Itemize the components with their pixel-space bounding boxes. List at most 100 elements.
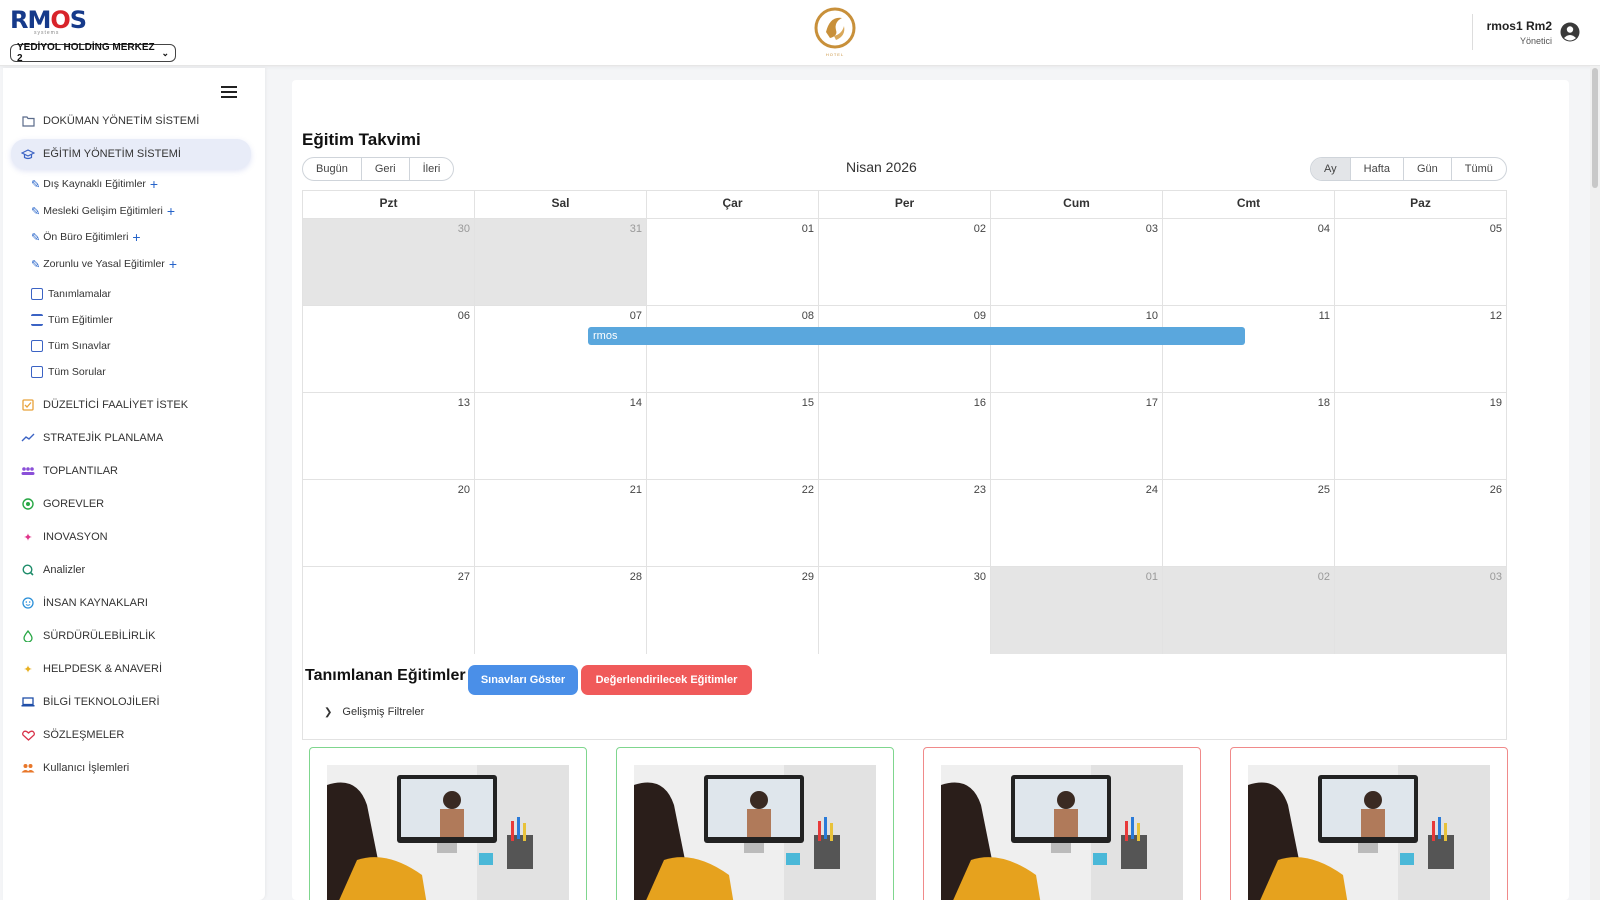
view-day-button[interactable]: Gün	[1404, 158, 1452, 180]
pencil-icon: ✎	[31, 258, 41, 271]
calendar-day[interactable]: 03	[1335, 567, 1506, 654]
calendar-week: 30 31 01 02 03 04 05	[303, 219, 1506, 306]
day-number: 02	[973, 223, 986, 235]
sidebar-item-label: İNSAN KAYNAKLARI	[43, 597, 148, 609]
sidebar-item-user-operations[interactable]: Kullanıcı İşlemleri	[11, 756, 129, 780]
day-number: 20	[457, 484, 470, 496]
sidebar-item-document-management[interactable]: DOKÜMAN YÖNETİM SİSTEMİ	[11, 109, 199, 133]
calendar-day[interactable]: 16	[819, 393, 991, 479]
add-icon[interactable]: +	[167, 204, 175, 218]
add-icon[interactable]: +	[132, 230, 140, 244]
sidebar-item-education-management[interactable]: EĞİTİM YÖNETİM SİSTEMİ	[11, 139, 251, 169]
company-select-value: YEDİYOL HOLDİNG MERKEZ 2	[17, 42, 155, 64]
sidebar-item-human-resources[interactable]: İNSAN KAYNAKLARI	[11, 591, 148, 615]
sidebar-item-meetings[interactable]: TOPLANTILAR	[11, 459, 118, 483]
sidebar-sub-all-questions[interactable]: Tüm Sorular	[31, 363, 106, 381]
user-menu[interactable]: rmos1 Rm2 Yönetici	[1472, 14, 1600, 50]
add-icon[interactable]: +	[150, 177, 158, 191]
calendar-day[interactable]: 26	[1335, 480, 1506, 566]
weekday-label: Sal	[475, 191, 647, 218]
next-button[interactable]: İleri	[410, 158, 454, 180]
scrollbar-thumb[interactable]	[1592, 68, 1598, 188]
sidebar-sub-professional-development[interactable]: ✎ Mesleki Gelişim Eğitimleri +	[31, 202, 175, 220]
calendar-day[interactable]: 05	[1335, 219, 1506, 305]
calendar-day[interactable]: 18	[1163, 393, 1335, 479]
calendar-day[interactable]: 08	[647, 306, 819, 392]
sidebar-sub-front-office[interactable]: ✎ Ön Büro Eğitimleri +	[31, 228, 141, 246]
training-card[interactable]	[923, 747, 1201, 900]
sidebar-item-innovation[interactable]: ✦ INOVASYON	[11, 525, 107, 549]
sidebar-item-label: TOPLANTILAR	[43, 465, 118, 477]
sidebar-item-corrective-action[interactable]: DÜZELTİCİ FAALİYET İSTEK	[11, 393, 188, 417]
calendar-day[interactable]: 17	[991, 393, 1163, 479]
calendar-day[interactable]: 19	[1335, 393, 1506, 479]
calendar-day[interactable]: 13	[303, 393, 475, 479]
calendar-day[interactable]: 22	[647, 480, 819, 566]
calendar-day[interactable]: 04	[1163, 219, 1335, 305]
company-select[interactable]: YEDİYOL HOLDİNG MERKEZ 2 ⌄	[10, 42, 176, 64]
training-card[interactable]	[309, 747, 587, 900]
show-exams-button[interactable]: Sınavları Göster	[468, 665, 578, 695]
sidebar-item-tasks[interactable]: GOREVLER	[11, 492, 104, 516]
people-icon	[21, 464, 35, 478]
sidebar-sub-label: Ön Büro Eğitimleri	[43, 231, 129, 243]
day-number: 14	[629, 397, 642, 409]
calendar-day[interactable]: 20	[303, 480, 475, 566]
day-number: 08	[801, 310, 814, 322]
user-avatar-icon[interactable]	[1560, 22, 1580, 42]
calendar-day[interactable]: 31	[475, 219, 647, 305]
sidebar-item-helpdesk[interactable]: ✦ HELPDESK & ANAVERİ	[11, 657, 162, 681]
today-button[interactable]: Bugün	[303, 158, 362, 180]
view-month-button[interactable]: Ay	[1311, 158, 1351, 180]
calendar-day[interactable]: 02	[1163, 567, 1335, 654]
calendar-day[interactable]: 01	[991, 567, 1163, 654]
pencil-icon: ✎	[31, 205, 41, 218]
calendar-day[interactable]: 12	[1335, 306, 1506, 392]
view-all-button[interactable]: Tümü	[1452, 158, 1506, 180]
calendar-day[interactable]: 30	[303, 219, 475, 305]
calendar-day[interactable]: 11	[1163, 306, 1335, 392]
calendar-day[interactable]: 06	[303, 306, 475, 392]
calendar-day[interactable]: 14	[475, 393, 647, 479]
calendar-day[interactable]: 07	[475, 306, 647, 392]
training-card[interactable]	[616, 747, 894, 900]
sidebar-item-information-technology[interactable]: BİLGİ TEKNOLOJİLERİ	[11, 690, 160, 714]
calendar-day[interactable]: 03	[991, 219, 1163, 305]
sidebar-sub-all-trainings[interactable]: Tüm Eğitimler	[31, 311, 113, 329]
calendar-day[interactable]: 10	[991, 306, 1163, 392]
calendar-day[interactable]: 27	[303, 567, 475, 654]
calendar-event[interactable]: rmos	[588, 327, 1245, 345]
sidebar-item-label: SÖZLEŞMELER	[43, 729, 125, 741]
training-card[interactable]	[1230, 747, 1508, 900]
view-week-button[interactable]: Hafta	[1351, 158, 1404, 180]
advanced-filters-toggle[interactable]: ❯ Gelişmiş Filtreler	[324, 706, 424, 718]
sidebar-item-label: DÜZELTİCİ FAALİYET İSTEK	[43, 399, 189, 411]
analytics-icon	[21, 563, 35, 577]
calendar-day[interactable]: 25	[1163, 480, 1335, 566]
calendar-day[interactable]: 23	[819, 480, 991, 566]
sidebar-item-contracts[interactable]: SÖZLEŞMELER	[11, 723, 124, 747]
calendar-day[interactable]: 01	[647, 219, 819, 305]
trainings-to-evaluate-button[interactable]: Değerlendirilecek Eğitimler	[581, 665, 752, 695]
calendar-week: 20 21 22 23 24 25 26	[303, 480, 1506, 567]
sidebar-sub-definitions[interactable]: Tanımlamalar	[31, 285, 111, 303]
sidebar-sub-all-exams[interactable]: Tüm Sınavlar	[31, 337, 110, 355]
sidebar-item-analytics[interactable]: Analizler	[11, 558, 85, 582]
page-scrollbar[interactable]	[1590, 66, 1600, 900]
sidebar-sub-mandatory-legal[interactable]: ✎ Zorunlu ve Yasal Eğitimler +	[31, 255, 177, 273]
sidebar-item-strategic-planning[interactable]: STRATEJİK PLANLAMA	[11, 426, 163, 450]
calendar-day[interactable]: 09	[819, 306, 991, 392]
add-icon[interactable]: +	[169, 257, 177, 271]
calendar-day[interactable]: 28	[475, 567, 647, 654]
weekday-label: Paz	[1410, 196, 1431, 210]
calendar-day[interactable]: 21	[475, 480, 647, 566]
back-button[interactable]: Geri	[362, 158, 410, 180]
sidebar-item-sustainability[interactable]: SÜRDÜRÜLEBİLİRLİK	[11, 624, 155, 648]
calendar-day[interactable]: 24	[991, 480, 1163, 566]
menu-toggle-icon[interactable]	[221, 86, 237, 98]
calendar-day[interactable]: 02	[819, 219, 991, 305]
calendar-day[interactable]: 29	[647, 567, 819, 654]
calendar-day[interactable]: 30	[819, 567, 991, 654]
sidebar-sub-external-trainings[interactable]: ✎ Dış Kaynaklı Eğitimler +	[31, 175, 158, 193]
calendar-day[interactable]: 15	[647, 393, 819, 479]
